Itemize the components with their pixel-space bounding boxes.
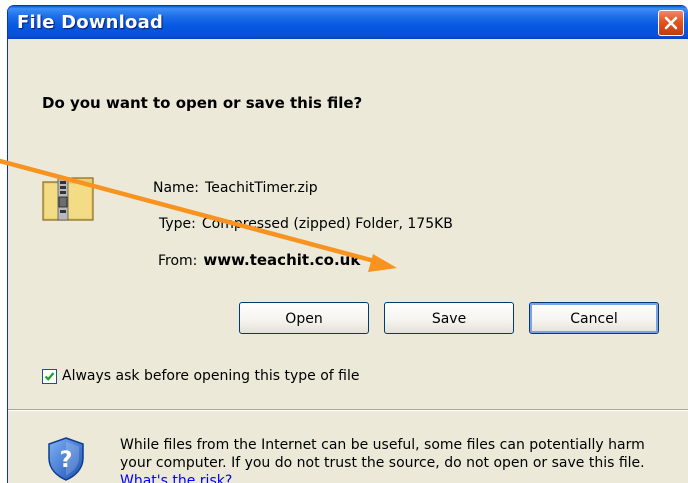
cancel-button[interactable]: Cancel <box>529 302 659 334</box>
window-title: File Download <box>17 12 164 33</box>
dialog-body: Do you want to open or save this file? N… <box>8 39 688 483</box>
file-type-row: Type: Compressed (zipped) Folder, 175KB <box>159 216 453 232</box>
file-type-value: Compressed (zipped) Folder, 175KB <box>201 216 453 232</box>
title-bar[interactable]: File Download <box>8 6 688 39</box>
file-from-value: www.teachit.co.uk <box>203 251 361 269</box>
section-divider <box>8 409 688 411</box>
file-from-label: From: <box>158 253 198 269</box>
file-name-row: Name: TeachitTimer.zip <box>153 180 318 196</box>
security-shield-icon: ? <box>48 437 84 481</box>
file-from-row: From: www.teachit.co.uk <box>158 251 360 269</box>
warning-text: While files from the Internet can be use… <box>120 437 645 471</box>
file-name-value: TeachitTimer.zip <box>205 180 318 196</box>
close-icon <box>664 16 678 30</box>
file-name-label: Name: <box>153 180 200 196</box>
file-download-dialog: File Download Do you want to open or sav… <box>7 5 688 483</box>
file-type-label: Type: <box>159 216 196 232</box>
security-warning: While files from the Internet can be use… <box>120 436 680 483</box>
close-button[interactable] <box>658 10 684 36</box>
svg-text:?: ? <box>60 448 73 473</box>
save-button[interactable]: Save <box>384 302 514 334</box>
always-ask-label[interactable]: Always ask before opening this type of f… <box>62 368 360 384</box>
always-ask-checkbox[interactable] <box>42 369 57 384</box>
zip-folder-icon <box>42 177 94 221</box>
open-button[interactable]: Open <box>239 302 369 334</box>
checkmark-icon <box>44 372 55 381</box>
question-text: Do you want to open or save this file? <box>42 94 363 112</box>
whats-the-risk-link[interactable]: What's the risk? <box>120 473 232 483</box>
